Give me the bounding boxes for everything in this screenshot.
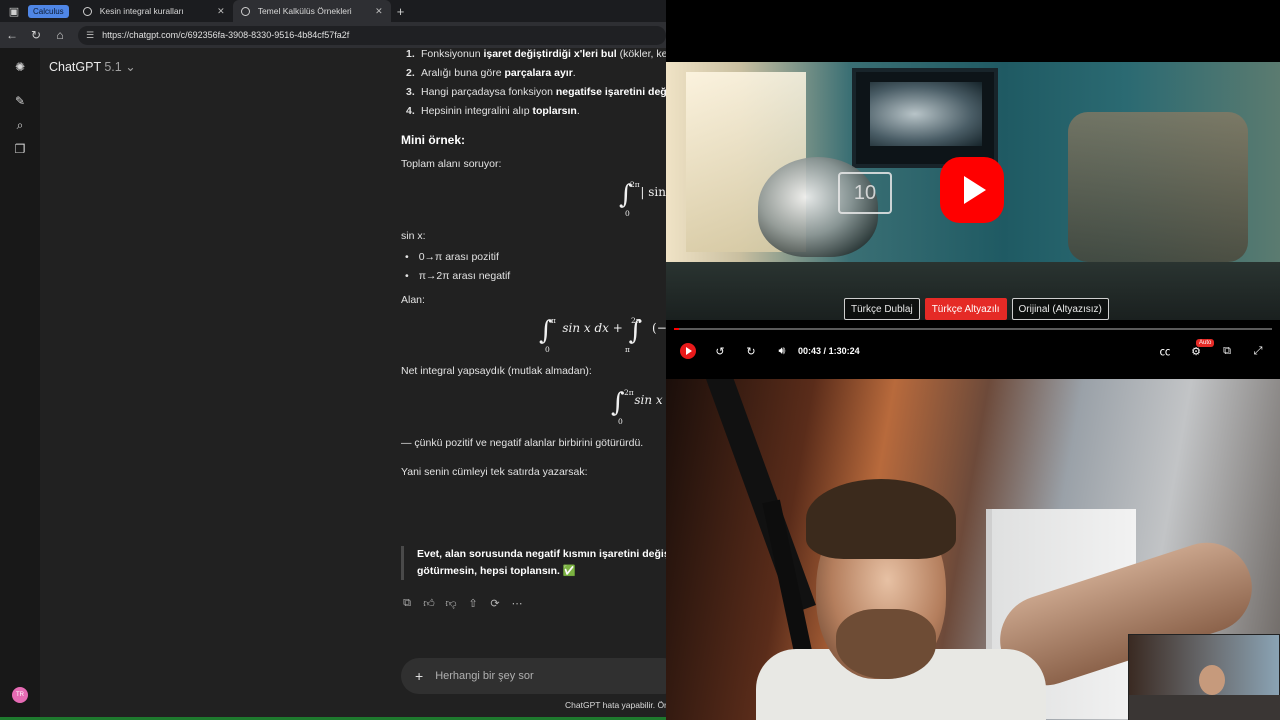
tab-kesin-integral[interactable]: Kesin integral kuralları ✕ — [75, 0, 233, 22]
forward-icon[interactable]: ↻ — [743, 343, 759, 359]
list-item: 2. Aralığı buna göre parçalara ayır. — [406, 67, 576, 79]
model-name: ChatGPT — [49, 60, 101, 74]
disclaimer-text: ChatGPT hata yapabilir. Öne — [565, 700, 666, 710]
progress-bar[interactable] — [674, 328, 1272, 330]
new-chat-icon[interactable]: ✎ — [12, 93, 28, 109]
chat-message: 1. Fonksiyonun işaret değiştirdiği x'leri… — [401, 48, 666, 717]
tab-group-chip[interactable]: Calculus — [28, 4, 69, 18]
browser-window: ▣ Calculus Kesin integral kuralları ✕ Te… — [0, 0, 666, 720]
paragraph: Net integral yapsaydık (mutlak almadan): — [401, 365, 592, 377]
paragraph: Yani senin cümleyi tek satırda yazarsak: — [401, 466, 588, 478]
paragraph: — çünkü pozitif ve negatif alanlar birbi… — [401, 437, 644, 449]
pip-camera — [1128, 634, 1280, 720]
lang-subtitle-button[interactable]: Türkçe Altyazılı — [924, 298, 1007, 320]
fullscreen-icon[interactable]: ⤢ — [1250, 343, 1266, 359]
youtube-logo-icon — [940, 157, 1004, 223]
webcam-scene-beard — [836, 609, 936, 679]
quote-line: götürmesin, hepsi toplansın. ✅ — [417, 565, 576, 577]
paragraph: sin x: — [401, 230, 426, 242]
lang-dub-button[interactable]: Türkçe Dublaj — [844, 298, 920, 320]
chatgpt-favicon-icon — [82, 6, 92, 16]
webcam-feed — [666, 379, 1280, 720]
lang-original-button[interactable]: Orijinal (Altyazısız) — [1011, 298, 1109, 320]
library-icon[interactable]: ❐ — [12, 141, 28, 157]
video-scene-chair — [1068, 112, 1248, 262]
progress-fill — [674, 328, 679, 330]
more-icon[interactable]: ⋯ — [511, 597, 523, 610]
list-item: 0→π arası pozitif — [405, 251, 499, 263]
list-item: π→2π arası negatif — [405, 270, 511, 282]
list-item: 1. Fonksiyonun işaret değiştirdiği x'leri… — [406, 48, 666, 60]
paragraph: Alan: — [401, 294, 425, 306]
rewind-icon[interactable]: ↺ — [712, 343, 728, 359]
language-options: Türkçe Dublaj Türkçe Altyazılı Orijinal … — [844, 298, 1109, 320]
player-controls: ↺ ↻ 🔊︎ 00:43 / 1:30:24 ㏄ ⚙ Auto ⧉ ⤢ — [666, 336, 1280, 364]
chatgpt-favicon-icon — [240, 6, 250, 16]
paragraph: Toplam alanı soruyor: — [401, 158, 502, 170]
math-integral-total: ∫ 2π 0 | sin — [619, 180, 666, 218]
search-icon[interactable]: ⌕ — [12, 117, 28, 133]
chatgpt-app: ✺ ✎ ⌕ ❐ TR ChatGPT 5.1 ⌄ 1. Fonksiyonun i… — [0, 48, 666, 717]
tab-label: Temel Kalkülüs Örnekleri — [257, 6, 352, 16]
list-item: 3. Hangi parçadaysa fonksiyon negatifse i… — [406, 86, 666, 98]
video-player[interactable]: 10 Türkçe Dublaj Türkçe Altyazılı Orijin… — [666, 0, 1280, 368]
thumbs-down-icon[interactable]: 👎︎ — [445, 597, 457, 610]
openai-logo-icon[interactable]: ✺ — [12, 59, 28, 75]
screen: ▣ Calculus Kesin integral kuralları ✕ Te… — [0, 0, 1280, 720]
model-selector[interactable]: ChatGPT 5.1 ⌄ — [49, 59, 136, 74]
quality-badge: Auto — [1196, 339, 1215, 347]
quote-line: Evet, alan sorusunda negatif kısmın işar… — [417, 548, 666, 560]
section-heading: Mini örnek: — [401, 133, 466, 147]
model-version: 5.1 — [104, 60, 122, 74]
url-text: https://chatgpt.com/c/692356fa-3908-8330… — [102, 30, 350, 40]
blockquote: Evet, alan sorusunda negatif kısmın işar… — [401, 546, 666, 580]
video-scene-tv — [852, 68, 998, 168]
math-integral-net: ∫ 2π 0 sin x — [611, 388, 663, 426]
captions-icon[interactable]: ㏄ — [1157, 343, 1173, 359]
list-item: 4. Hepsinin integralini alıp toplarsın. — [406, 105, 580, 117]
message-actions: ⧉ 👍︎ 👎︎ ⇧ ⟳ ⋯ — [401, 597, 523, 610]
reload-icon[interactable]: ↻ — [30, 28, 42, 42]
avatar[interactable]: TR — [12, 687, 28, 703]
mic-arm — [706, 379, 816, 614]
time-display: 00:43 / 1:30:24 — [798, 346, 860, 356]
math-integral-split: ∫ π 0 sin x dx + ∫ 2π π (− si — [539, 316, 666, 354]
close-icon[interactable]: ✕ — [217, 6, 225, 17]
tab-bar: ▣ Calculus Kesin integral kuralları ✕ Te… — [0, 0, 666, 22]
miniplayer-icon[interactable]: ⧉ — [1219, 343, 1235, 359]
close-icon[interactable]: ✕ — [375, 6, 383, 17]
plus-icon[interactable]: + — [415, 668, 423, 684]
play-button[interactable] — [680, 343, 696, 359]
share-icon[interactable]: ⇧ — [467, 597, 479, 610]
home-icon[interactable]: ⌂ — [54, 28, 66, 42]
site-info-icon[interactable]: ☰ — [86, 30, 94, 41]
sidebar-rail: ✺ ✎ ⌕ ❐ TR — [0, 48, 40, 717]
url-field[interactable]: ☰ https://chatgpt.com/c/692356fa-3908-83… — [78, 25, 666, 45]
address-bar-row: ← ↻ ⌂ ☰ https://chatgpt.com/c/692356fa-3… — [0, 22, 666, 48]
volume-icon[interactable]: 🔊︎ — [774, 343, 790, 359]
tab-actions-icon[interactable]: ▣ — [0, 0, 28, 22]
chevron-down-icon: ⌄ — [125, 60, 136, 74]
play-icon — [680, 343, 696, 359]
back-icon[interactable]: ← — [6, 28, 18, 42]
regenerate-icon[interactable]: ⟳ — [489, 597, 501, 610]
prompt-input[interactable]: + Herhangi bir şey sor — [401, 658, 666, 694]
new-tab-icon[interactable]: + — [397, 4, 405, 19]
tab-temel-kalkulus[interactable]: Temel Kalkülüs Örnekleri ✕ — [232, 0, 391, 22]
prompt-placeholder: Herhangi bir şey sor — [435, 670, 534, 682]
thumbs-up-icon[interactable]: 👍︎ — [423, 597, 435, 610]
copy-icon[interactable]: ⧉ — [401, 597, 413, 609]
tab-label: Kesin integral kuralları — [99, 6, 184, 16]
rewind-10-icon[interactable]: 10 — [838, 172, 892, 214]
webcam-scene-hair — [806, 479, 956, 559]
